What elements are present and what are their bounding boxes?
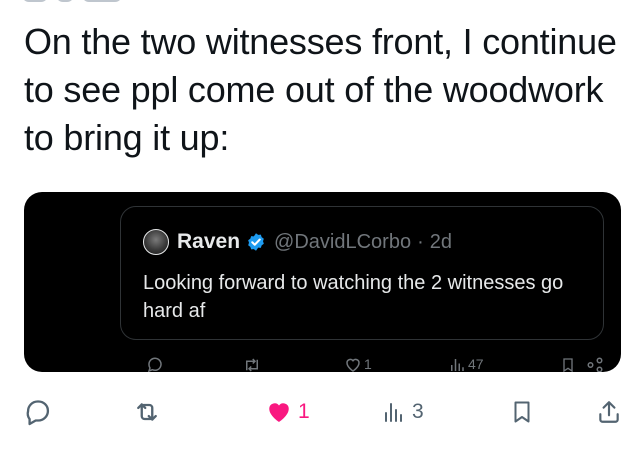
verified-badge-icon (248, 233, 264, 251)
retweet-icon (137, 403, 157, 421)
embedded-retweet-icon (246, 358, 258, 372)
retweet-button[interactable] (132, 396, 162, 428)
embedded-views-count: 47 (468, 356, 484, 372)
like-count: 1 (298, 400, 310, 423)
embedded-share-icon (587, 357, 603, 372)
share-icon (599, 401, 619, 423)
quoted-tweet-text: Looking forward to watching the 2 witnes… (143, 272, 564, 322)
embedded-like-icon (346, 358, 360, 372)
reply-icon (26, 400, 50, 426)
avatar[interactable] (143, 229, 169, 255)
quoted-tweet-time[interactable]: 2d (430, 231, 452, 254)
tweet-text: On the two witnesses front, I continue t… (24, 21, 617, 158)
embedded-views-icon (451, 359, 464, 371)
quoted-author-handle[interactable]: @DavidLCorbo (274, 231, 411, 254)
embedded-reply-icon (147, 357, 162, 372)
views-button[interactable]: 3 (382, 396, 424, 428)
heart-filled-icon (269, 403, 289, 422)
embedded-quote-screenshot[interactable]: Raven @DavidLCorbo · 2d Looking forward … (24, 192, 621, 372)
views-chart-icon (385, 403, 402, 422)
bookmark-icon (514, 401, 530, 423)
separator-dot: · (417, 230, 424, 253)
quoted-tweet-card[interactable]: Raven @DavidLCorbo · 2d Looking forward … (120, 206, 604, 340)
bookmark-button[interactable] (510, 396, 534, 428)
share-button[interactable] (596, 396, 622, 428)
tweet-detail: On the two witnesses front, I continue t… (0, 0, 640, 453)
reply-button[interactable] (24, 396, 52, 428)
quoted-author-name[interactable]: Raven (177, 230, 240, 254)
embedded-like-count: 1 (364, 356, 372, 372)
views-count: 3 (412, 400, 424, 423)
like-button[interactable]: 1 (266, 396, 310, 428)
quoted-tweet-header: Raven @DavidLCorbo · 2d (143, 229, 452, 255)
cropped-header-remnant (22, 0, 202, 4)
embedded-action-bar: 1 47 (120, 356, 610, 372)
tweet-action-bar: 1 3 (0, 390, 640, 434)
embedded-bookmark-icon (563, 358, 573, 372)
